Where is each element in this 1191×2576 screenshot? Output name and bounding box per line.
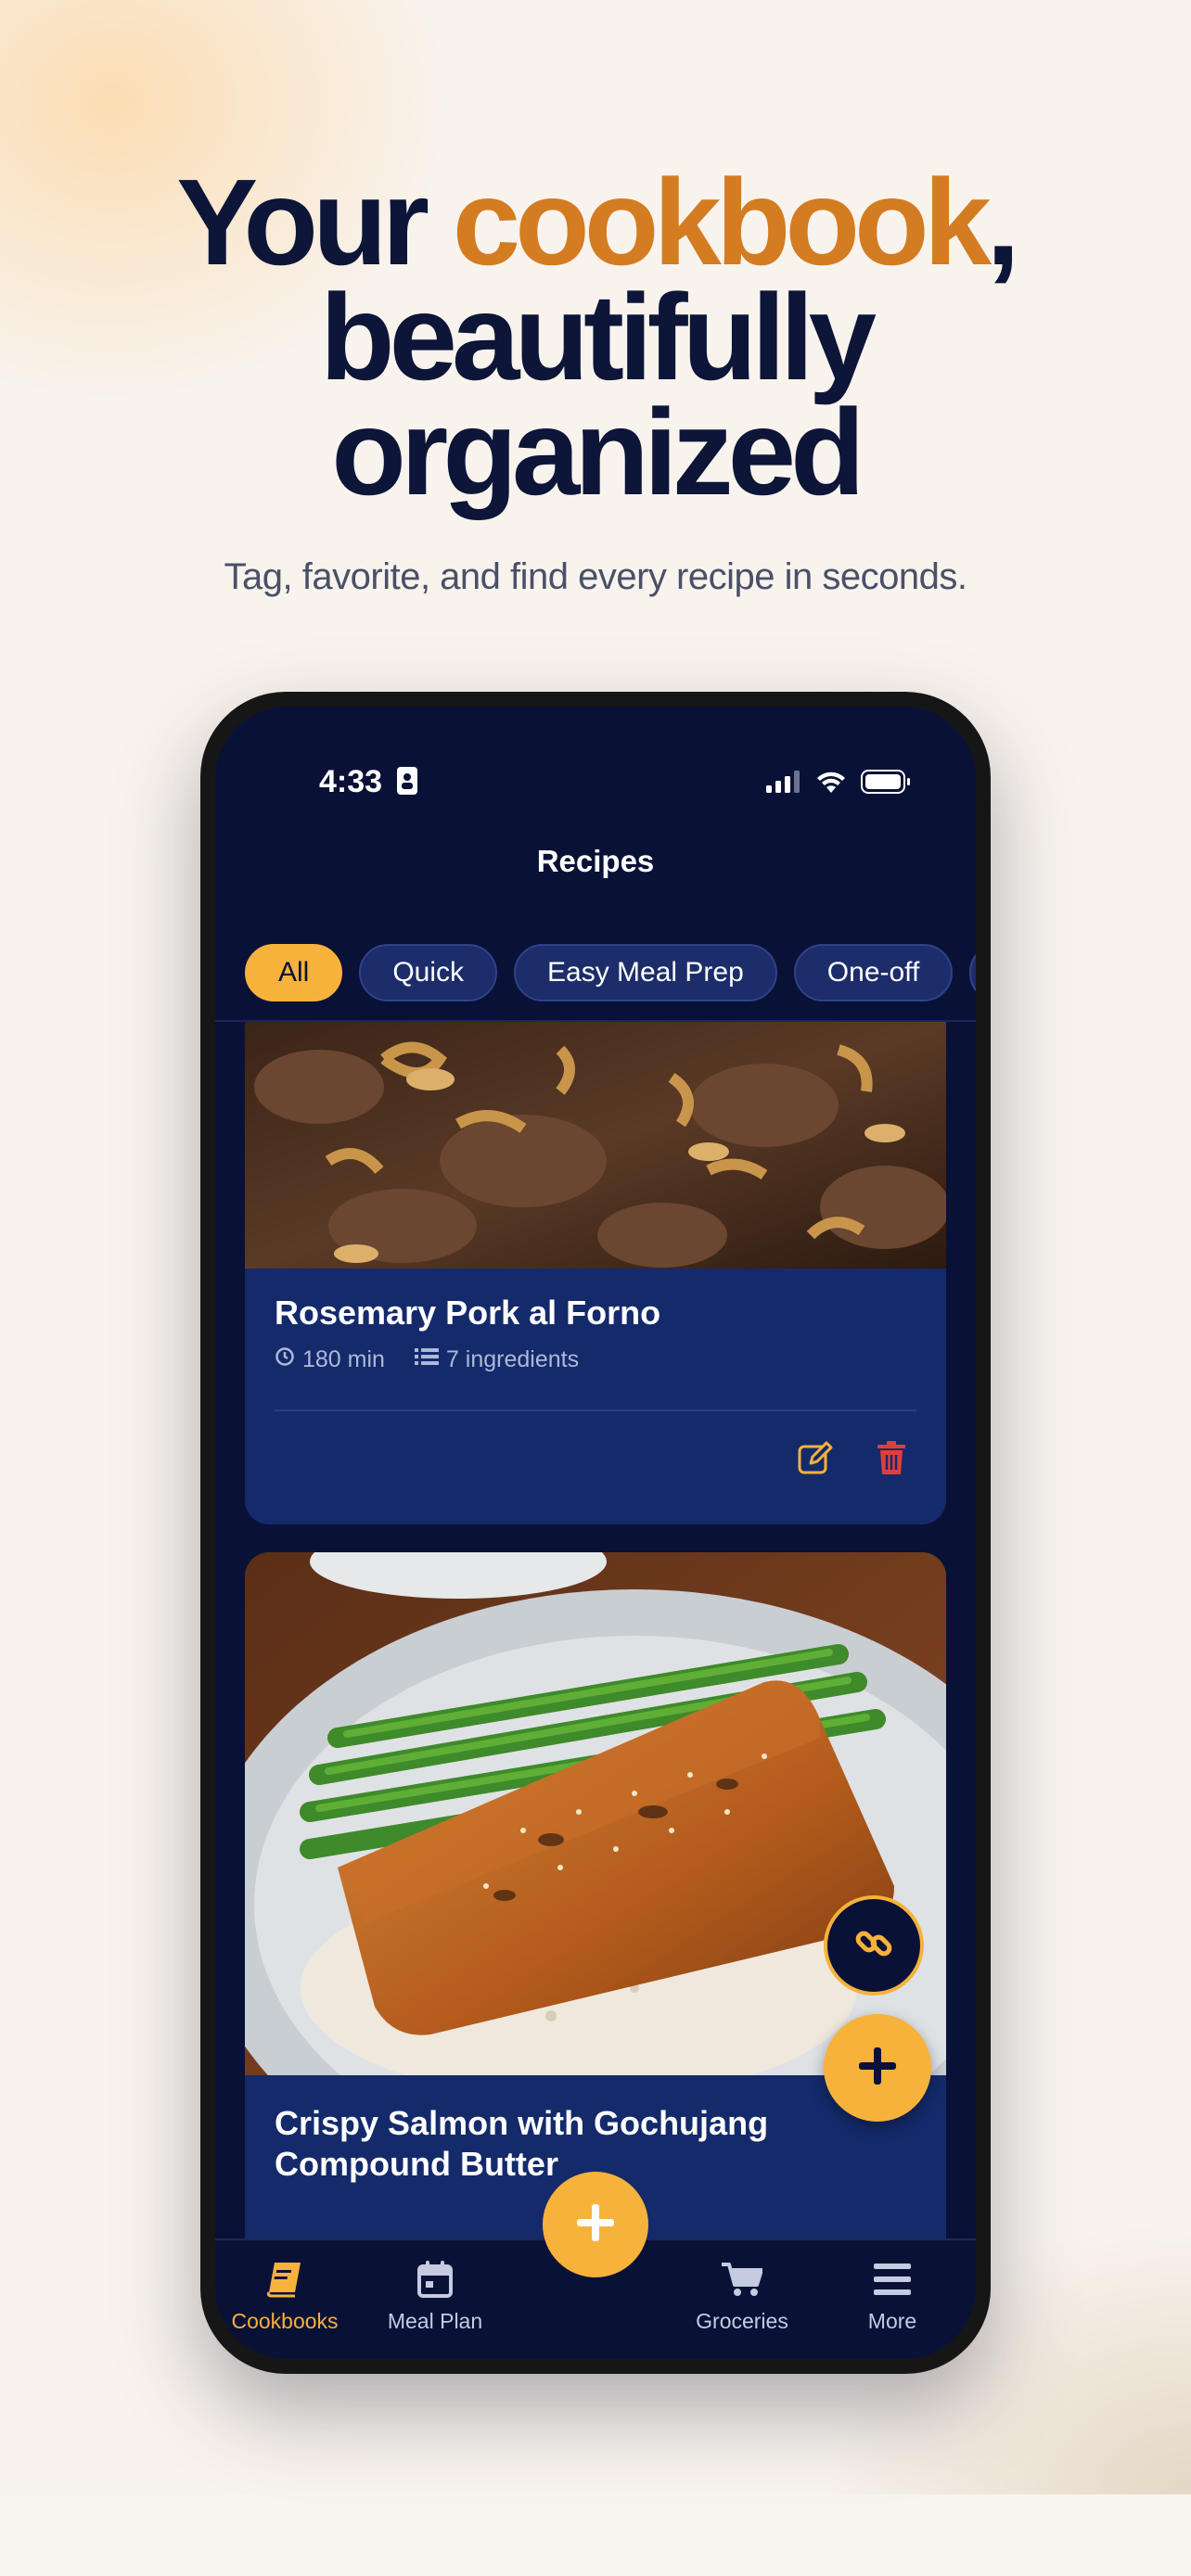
recipe-time-text: 180 min [302,1346,385,1372]
headline-accent: cookbook [452,154,992,290]
recipe-time: 180 min [275,1346,385,1373]
recipe-card[interactable]: Crispy Salmon with Gochujang Compound Bu… [245,1552,946,2238]
filter-chip-easy-meal-prep[interactable]: Easy Meal Prep [514,944,777,1001]
tab-meal-plan[interactable]: Meal Plan [365,2261,505,2334]
list-icon [414,1346,439,1373]
tab-more[interactable]: More [823,2261,962,2334]
tab-meal-plan-label: Meal Plan [387,2309,483,2333]
phone-screen: 4:33 Recipes All Quick Easy Meal Prep On… [215,707,976,2359]
signal-icon [766,771,801,797]
calendar-icon [417,2261,453,2303]
book-icon [265,2261,304,2303]
add-recipe-button[interactable] [824,2014,931,2122]
filter-chip-one-off[interactable]: One-off [793,944,954,1001]
plus-icon [857,2046,898,2091]
battery-icon [861,770,911,798]
recipe-ingredients-text: 7 ingredients [445,1346,580,1372]
headline-line-2: beautifully [319,269,877,405]
tab-cookbooks[interactable]: Cookbooks [215,2261,354,2334]
clock-icon [275,1346,295,1373]
status-time-text: 4:33 [319,764,383,799]
recipe-photo [245,1552,946,2075]
recipe-title: Crispy Salmon with Gochujang Compound Bu… [275,2103,768,2185]
card-actions [798,1441,905,1479]
bottom-strip [0,2494,1191,2576]
headline-line-1: Your cookbook, [0,161,1191,284]
menu-icon [874,2264,911,2301]
headline-accent-text: cookbook [452,154,992,290]
tab-groceries[interactable]: Groceries [672,2261,812,2334]
recipe-meta: 180 min 7 ingredients [275,1346,599,1373]
recipe-title: Rosemary Pork al Forno [275,1294,661,1332]
recipe-card[interactable]: Rosemary Pork al Forno 180 min 7 ingredi… [245,1022,946,1524]
cart-icon [722,2261,763,2303]
filter-chips: All Quick Easy Meal Prep One-off [245,944,976,1001]
tab-groceries-label: Groceries [696,2309,788,2333]
plus-icon [575,2202,616,2248]
filter-chip-more[interactable] [969,944,976,1001]
status-icons [766,770,911,798]
edit-icon[interactable] [798,1441,833,1479]
center-add-button[interactable] [543,2172,648,2277]
card-divider [275,1409,916,1411]
headline-line-3: organized [331,384,864,520]
filter-chip-all[interactable]: All [245,944,343,1001]
import-link-button[interactable] [824,1895,924,1996]
recipe-ingredients: 7 ingredients [414,1346,580,1373]
contact-card-icon [396,767,417,803]
wifi-icon [816,771,846,797]
tab-cookbooks-label: Cookbooks [231,2309,339,2333]
phone-frame: 4:33 Recipes All Quick Easy Meal Prep On… [200,692,991,2374]
status-time: 4:33 [319,764,417,803]
recipe-title-line-2: Compound Butter [275,2145,558,2183]
filter-chip-quick[interactable]: Quick [359,944,498,1001]
hero-headline: Your cookbook, beautifully organized [0,161,1191,520]
hero-subtitle: Tag, favorite, and find every recipe in … [224,556,967,597]
recipe-photo [245,1022,946,1269]
trash-icon[interactable] [877,1441,905,1479]
headline-suffix: , [986,154,1020,290]
recipe-title-line-1: Crispy Salmon with Gochujang [275,2104,769,2142]
link-icon [854,1924,893,1968]
tab-more-label: More [867,2309,917,2333]
nav-title: Recipes [536,844,655,878]
